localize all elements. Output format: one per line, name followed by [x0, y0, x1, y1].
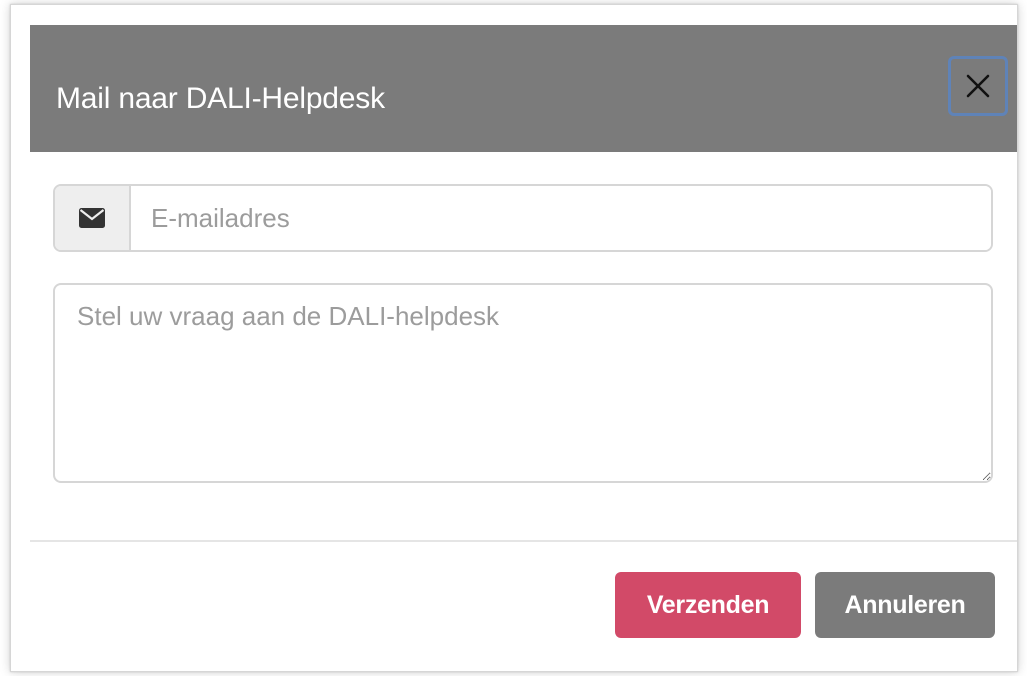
helpdesk-mail-dialog: Mail naar DALI-Helpdesk Verzenden Annule… [10, 4, 1018, 672]
dialog-title: Mail naar DALI-Helpdesk [56, 82, 385, 115]
close-button[interactable] [948, 56, 1008, 116]
email-input-group [53, 184, 993, 252]
footer-divider [30, 540, 1017, 542]
dialog-header: Mail naar DALI-Helpdesk [30, 25, 1017, 152]
email-addon [55, 186, 131, 250]
envelope-icon [79, 208, 105, 228]
email-field[interactable] [131, 186, 991, 250]
close-icon [966, 74, 990, 98]
send-button[interactable]: Verzenden [615, 572, 801, 638]
cancel-button[interactable]: Annuleren [815, 572, 995, 638]
question-textarea[interactable] [53, 283, 993, 483]
